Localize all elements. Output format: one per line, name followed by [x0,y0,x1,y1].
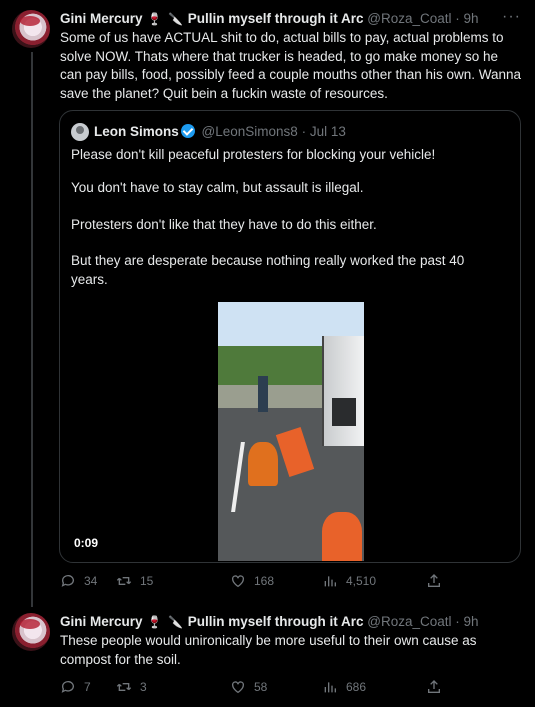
retweet-icon [116,577,132,585]
wine-glass-icon: 🍷 [147,615,163,629]
video-frame-truck [322,336,364,446]
video-frame-protester [322,512,362,561]
separator: · [455,11,460,26]
thread-connector-line [31,52,33,607]
knife-icon: 🔪 [168,12,183,26]
retweet-button[interactable]: 3 [116,679,147,695]
tweet-actions: 34 15 168 4,510 [60,573,460,591]
quoted-avatar [71,123,89,141]
more-icon[interactable]: ··· [502,9,521,25]
share-button[interactable] [426,573,442,589]
tweet-header: Gini Mercury 🍷 🔪 Pullin myself through i… [60,613,479,631]
video-frame-road-marking [231,442,245,512]
like-icon [232,681,244,694]
quoted-header: Leon Simons @LeonSimons8 · Jul 13 [94,123,346,141]
knife-icon: 🔪 [168,615,183,629]
video-frame-person [258,376,268,412]
display-name[interactable]: Gini Mercury [60,614,143,629]
reply-button[interactable]: 34 [60,573,97,589]
timestamp[interactable]: 9h [464,614,479,629]
views-button[interactable]: 686 [322,679,366,695]
video-duration: 0:09 [74,536,99,550]
like-button[interactable]: 168 [230,573,274,589]
reply-count: 7 [84,680,91,694]
user-handle[interactable]: @Roza_Coatl [367,614,451,629]
quoted-text-line: Please don't kill peaceful protesters fo… [71,147,436,162]
quoted-display-name: Leon Simons [94,124,179,139]
views-button[interactable]: 4,510 [322,573,376,589]
wine-glass-icon: 🍷 [147,12,163,26]
video-frame-protester [248,442,278,486]
separator: · [455,614,460,629]
quoted-text-line: Protesters don't like that they have to … [71,217,377,232]
display-name-suffix[interactable]: Pullin myself through it Arc [188,614,364,629]
views-icon [324,576,336,587]
share-icon [428,680,440,693]
display-name[interactable]: Gini Mercury [60,11,143,26]
like-icon [232,575,244,588]
retweet-icon [116,683,132,691]
verified-icon [180,124,195,138]
tweet-header: Gini Mercury 🍷 🔪 Pullin myself through i… [60,10,479,28]
reply-count: 34 [84,574,98,588]
tweet-actions: 7 3 58 686 [60,679,460,697]
views-count: 686 [346,680,367,694]
tweet-text: Some of us have ACTUAL shit to do, actua… [60,30,522,101]
retweet-count: 15 [140,574,154,588]
quoted-tweet[interactable]: Leon Simons @LeonSimons8 · Jul 13 Please… [59,110,521,563]
video-frame-banner [275,427,315,477]
separator: · [301,124,307,139]
video-player[interactable] [218,302,364,561]
share-icon [428,574,440,587]
reply-icon [61,681,74,693]
quoted-text-line: But they are desperate because nothing r… [71,253,465,287]
user-handle[interactable]: @Roza_Coatl [367,11,451,26]
timestamp[interactable]: 9h [464,11,479,26]
like-button[interactable]: 58 [230,679,267,695]
reply-button[interactable]: 7 [60,679,91,695]
share-button[interactable] [426,679,442,695]
retweet-button[interactable]: 15 [116,573,153,589]
quoted-text-line: You don't have to stay calm, but assault… [71,180,364,195]
like-count: 58 [254,680,268,694]
display-name-suffix[interactable]: Pullin myself through it Arc [188,11,364,26]
quoted-date: Jul 13 [309,124,346,139]
views-count: 4,510 [346,574,377,588]
views-icon [324,682,336,693]
avatar[interactable] [12,10,50,48]
quoted-handle: @LeonSimons8 [201,124,298,139]
retweet-count: 3 [140,680,147,694]
like-count: 168 [254,574,275,588]
reply-icon [61,575,74,587]
avatar[interactable] [12,613,50,651]
tweet-text: These people would unironically be more … [60,633,477,667]
